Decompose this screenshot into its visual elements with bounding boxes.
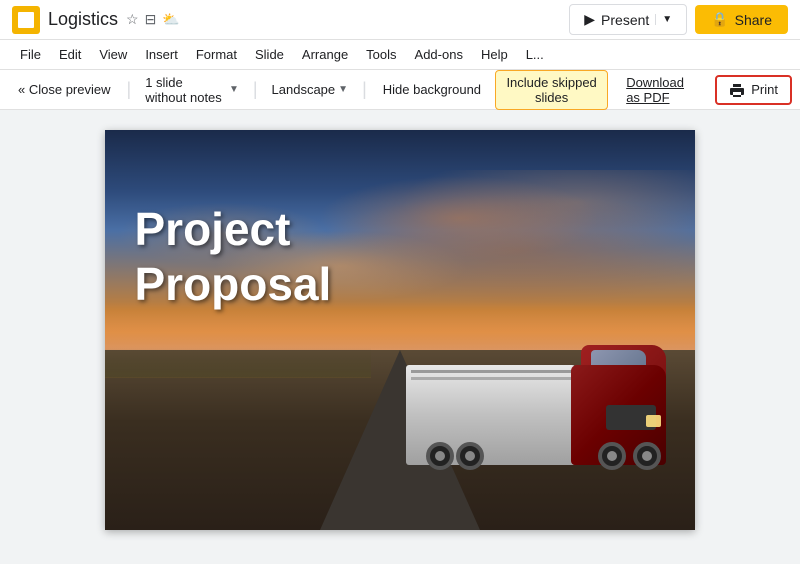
present-dropdown-arrow[interactable]: ▼ bbox=[655, 14, 672, 25]
menu-view[interactable]: View bbox=[91, 43, 135, 66]
menu-bar: File Edit View Insert Format Slide Arran… bbox=[0, 40, 800, 70]
menu-help[interactable]: Help bbox=[473, 43, 516, 66]
slides-chevron: ▼ bbox=[229, 84, 239, 95]
menu-file[interactable]: File bbox=[12, 43, 49, 66]
menu-arrange[interactable]: Arrange bbox=[294, 43, 356, 66]
hide-background-label: Hide background bbox=[383, 82, 481, 97]
orientation-chevron: ▼ bbox=[338, 84, 348, 95]
title-icons: ☆ ⊟ ⛅ bbox=[126, 11, 180, 28]
menu-slide[interactable]: Slide bbox=[247, 43, 292, 66]
print-toolbar: « Close preview | 1 slide without notes … bbox=[0, 70, 800, 110]
include-skipped-label: Include skipped slides bbox=[506, 75, 596, 105]
slide-container: Project Proposal bbox=[105, 130, 695, 530]
print-label: Print bbox=[751, 82, 778, 97]
separator2: | bbox=[251, 79, 260, 100]
menu-addons[interactable]: Add-ons bbox=[407, 43, 471, 66]
app-icon-inner bbox=[18, 12, 34, 28]
share-button[interactable]: 🔒 Share bbox=[695, 5, 788, 34]
menu-format[interactable]: Format bbox=[188, 43, 245, 66]
printer-icon bbox=[729, 82, 745, 98]
truck-cab bbox=[571, 365, 666, 465]
content-area: Project Proposal bbox=[0, 110, 800, 564]
star-icon[interactable]: ☆ bbox=[126, 11, 139, 28]
wheel-front bbox=[633, 442, 661, 470]
slide-text: Project Proposal bbox=[135, 202, 332, 312]
present-button[interactable]: ▶ Present ▼ bbox=[569, 4, 687, 35]
close-preview-button[interactable]: « Close preview bbox=[8, 77, 121, 102]
app-icon bbox=[12, 6, 40, 34]
truck-headlight bbox=[646, 415, 661, 427]
app-title: Logistics bbox=[48, 9, 118, 30]
menu-more[interactable]: L... bbox=[518, 43, 552, 66]
slides-dropdown[interactable]: 1 slide without notes ▼ bbox=[137, 70, 247, 110]
slide-title-line1: Project bbox=[135, 202, 332, 257]
wheel-mid bbox=[598, 442, 626, 470]
title-bar: Logistics ☆ ⊟ ⛅ ▶ Present ▼ 🔒 Share bbox=[0, 0, 800, 40]
trailer-stripe-2 bbox=[411, 377, 571, 380]
folder-icon: ⊟ bbox=[145, 11, 157, 28]
orientation-label: Landscape bbox=[272, 82, 336, 97]
menu-insert[interactable]: Insert bbox=[137, 43, 186, 66]
slides-label: 1 slide without notes bbox=[145, 75, 226, 105]
trailer-stripe-1 bbox=[411, 370, 571, 373]
present-label: Present bbox=[601, 12, 649, 28]
truck-trailer bbox=[406, 365, 576, 465]
cloud-icon: ⛅ bbox=[162, 11, 179, 28]
hide-background-button[interactable]: Hide background bbox=[373, 77, 491, 102]
lock-icon: 🔒 bbox=[711, 11, 728, 28]
present-play-icon: ▶ bbox=[584, 11, 595, 28]
separator1: | bbox=[125, 79, 134, 100]
wheel-rear-2 bbox=[456, 442, 484, 470]
truck bbox=[406, 310, 666, 490]
slide-preview-area: Project Proposal bbox=[0, 110, 800, 564]
include-skipped-button[interactable]: Include skipped slides bbox=[495, 70, 608, 110]
close-preview-label: « Close preview bbox=[18, 82, 111, 97]
separator3: | bbox=[360, 79, 369, 100]
download-pdf-link[interactable]: Download as PDF bbox=[616, 70, 711, 110]
share-label: Share bbox=[735, 12, 772, 28]
orientation-dropdown[interactable]: Landscape ▼ bbox=[264, 77, 357, 102]
print-button[interactable]: Print bbox=[715, 75, 792, 105]
menu-edit[interactable]: Edit bbox=[51, 43, 89, 66]
menu-tools[interactable]: Tools bbox=[358, 43, 404, 66]
slide-title-line2: Proposal bbox=[135, 257, 332, 312]
wheel-rear-1 bbox=[426, 442, 454, 470]
